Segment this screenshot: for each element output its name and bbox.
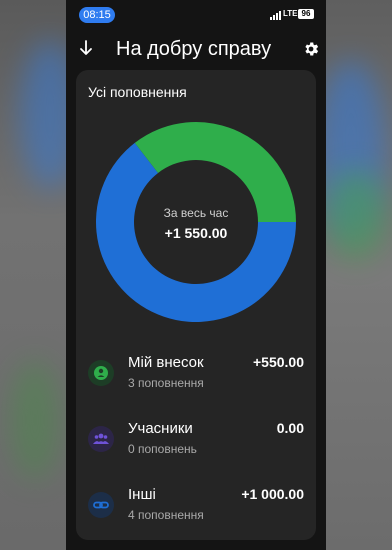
phone-screen: 08:15 LTE 96 На добру справу Усі поповне… (66, 0, 326, 550)
item-amount: +1 000.00 (241, 486, 304, 502)
network-label: LTE (283, 9, 298, 18)
signal-icon (270, 11, 281, 20)
item-count: 4 поповнення (128, 508, 204, 522)
item-name: Мій внесок (128, 354, 204, 371)
app-header: На добру справу (66, 34, 326, 66)
list-item-my-contribution[interactable]: Мій внесок 3 поповнення +550.00 (76, 354, 316, 402)
donut-chart (96, 122, 296, 323)
card-title: Усі поповнення (88, 84, 187, 100)
status-bar: 08:15 LTE 96 (66, 0, 326, 28)
battery-icon: 96 (298, 9, 314, 19)
person-icon (88, 360, 114, 386)
background-right (326, 0, 392, 550)
list-item-participants[interactable]: Учасники 0 поповнень 0.00 (76, 420, 316, 468)
center-label: За весь час (163, 206, 229, 220)
item-count: 0 поповнень (128, 442, 197, 456)
item-count: 3 поповнення (128, 376, 204, 390)
item-name: Учасники (128, 420, 193, 437)
link-icon (88, 492, 114, 518)
status-time: 08:15 (79, 7, 115, 23)
group-icon (88, 426, 114, 452)
background-left (0, 0, 66, 550)
center-value: +1 550.00 (164, 225, 228, 241)
arrow-down-icon[interactable] (78, 38, 94, 58)
item-amount: 0.00 (276, 420, 304, 436)
item-amount: +550.00 (253, 354, 304, 370)
contributions-card: Усі поповнення За весь час +1 550.00 Мій… (76, 70, 316, 540)
gear-icon[interactable] (302, 40, 320, 58)
list-item-others[interactable]: Інші 4 поповнення +1 000.00 (76, 486, 316, 534)
page-title: На добру справу (116, 38, 272, 60)
item-name: Інші (128, 486, 156, 503)
